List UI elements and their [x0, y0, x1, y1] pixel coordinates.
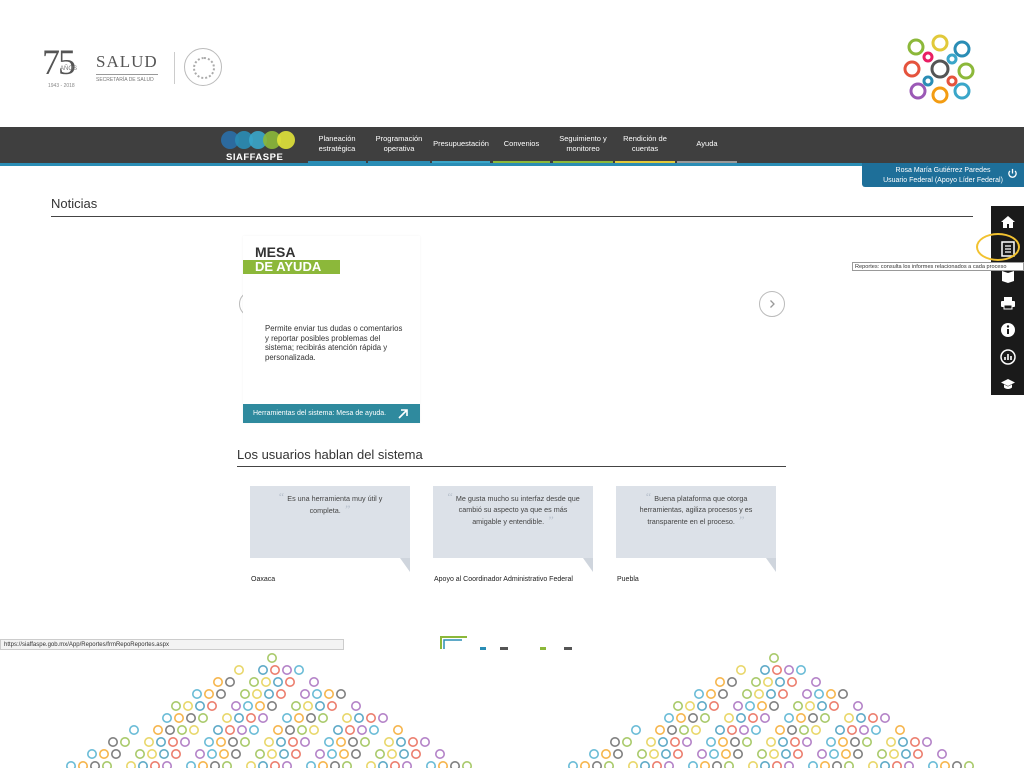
carousel-next-button[interactable] — [759, 291, 785, 317]
nav-item-rendición[interactable]: Rendición de cuentas — [615, 127, 675, 163]
testimonials-title: Los usuarios hablan del sistema — [237, 447, 423, 462]
slide-description: Permite enviar tus dudas o comentarios y… — [265, 324, 403, 362]
testimonial-card: “ Buena plataforma que otorga herramient… — [616, 486, 776, 583]
salud-subtitle: SECRETARÍA DE SALUD — [96, 77, 154, 83]
main-navbar: SIAFFASPE Planeación estratégica Programa… — [0, 127, 1024, 163]
arrow-diagonal-icon — [398, 409, 408, 419]
brand-dots-icon — [221, 131, 295, 149]
news-title: Noticias — [51, 196, 98, 211]
info-button[interactable] — [991, 316, 1024, 343]
testimonial-card: “ Es una herramienta muy útil y completa… — [250, 486, 410, 583]
nav-item-planeación[interactable]: Planeación estratégica — [308, 127, 366, 163]
reports-highlight-ring — [976, 233, 1020, 261]
slide-heading-line2: DE AYUDA — [255, 259, 322, 274]
decorative-pattern-right — [568, 653, 974, 768]
decorative-pattern-left — [66, 653, 472, 768]
testimonial-card: “ Me gusta mucho su interfaz desde que c… — [433, 486, 593, 583]
open-quote-icon: “ — [277, 490, 288, 504]
printer-icon — [1000, 296, 1015, 309]
salud-title: SALUD — [96, 52, 158, 71]
statistics-button[interactable] — [991, 343, 1024, 370]
chart-icon — [999, 348, 1016, 365]
brand-name: SIAFFASPE — [226, 152, 284, 163]
news-slide[interactable]: MESA DE AYUDA Permite enviar tus dudas o… — [243, 236, 420, 423]
reports-tooltip: Reportes: consulta los informes relacion… — [852, 262, 1024, 271]
close-quote-icon: ” — [340, 502, 351, 516]
salud-logo: SALUD SECRETARÍA DE SALUD — [96, 52, 158, 83]
national-seal-icon — [184, 48, 222, 86]
nav-item-seguimiento[interactable]: Seguimiento y monitoreo — [553, 127, 613, 163]
nav-item-ayuda[interactable]: Ayuda — [677, 127, 737, 163]
user-info-box: Rosa María Gutiérrez Paredes Usuario Fed… — [862, 163, 1024, 187]
slide-caption[interactable]: Herramientas del sistema: Mesa de ayuda. — [243, 404, 420, 423]
user-role: Usuario Federal (Apoyo Líder Federal) — [883, 177, 1003, 184]
nav-item-presupuestación[interactable]: Presupuestación — [432, 127, 490, 163]
info-icon — [1000, 322, 1015, 337]
print-button[interactable] — [991, 289, 1024, 316]
chevron-right-icon — [770, 300, 775, 308]
slide-heading-line1: MESA — [255, 244, 296, 260]
anniversary-logo: 75 AÑOS 1943 - 2018 — [42, 42, 78, 89]
open-quote-icon: “ — [446, 490, 456, 504]
testimonial-quote: Es una herramienta muy útil y completa. — [287, 494, 383, 515]
siaffaspe-brand[interactable]: SIAFFASPE — [220, 129, 300, 163]
anniversary-number: 75 — [42, 42, 76, 82]
testimonial-author: Puebla — [617, 576, 639, 583]
anniversary-years: 1943 - 2018 — [48, 83, 75, 89]
home-button[interactable] — [991, 208, 1024, 235]
partial-logo-icon — [440, 636, 572, 650]
rings-logo-icon — [903, 34, 975, 104]
news-divider — [51, 216, 973, 217]
close-quote-icon: ” — [734, 513, 745, 527]
browser-status-bar: https://siaffaspe.gob.mx/App/Reportes/fr… — [0, 639, 344, 650]
testimonial-author: Oaxaca — [251, 576, 276, 583]
anniversary-word: AÑOS — [60, 66, 78, 72]
nav-item-convenios[interactable]: Convenios — [493, 127, 550, 163]
top-header: 75 AÑOS 1943 - 2018 SALUD SECRETARÍA DE … — [0, 0, 1024, 127]
power-icon[interactable] — [1007, 168, 1018, 179]
slide-caption-text: Herramientas del sistema: Mesa de ayuda. — [253, 410, 387, 417]
open-quote-icon: “ — [644, 490, 655, 504]
nav-item-programación[interactable]: Programación operativa — [368, 127, 430, 163]
testimonial-author: Apoyo al Coordinador Administrativo Fede… — [434, 576, 573, 583]
graduation-cap-icon — [1000, 378, 1015, 389]
logo-divider — [174, 52, 175, 84]
close-quote-icon: ” — [544, 513, 554, 527]
home-icon — [1000, 215, 1015, 228]
training-button[interactable] — [991, 370, 1024, 397]
testimonial-quote: Me gusta mucho su interfaz desde que cam… — [455, 494, 580, 526]
testimonials-divider — [237, 466, 786, 467]
user-name: Rosa María Gutiérrez Paredes — [895, 167, 991, 174]
